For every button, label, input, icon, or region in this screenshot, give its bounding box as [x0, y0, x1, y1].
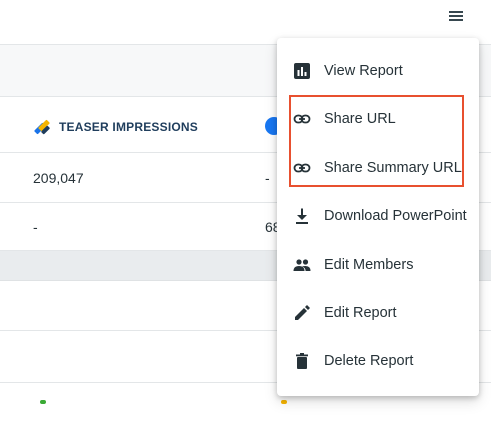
column-header-teaser-impressions[interactable]: TEASER IMPRESSIONS — [33, 117, 198, 137]
menu-item-view-report[interactable]: View Report — [277, 47, 479, 95]
table-row — [0, 400, 491, 424]
column-header-label: TEASER IMPRESSIONS — [59, 120, 198, 134]
bar-chart-icon — [293, 62, 311, 80]
row-icon — [40, 400, 46, 404]
menu-item-label: Share URL — [324, 111, 396, 127]
menu-item-label: Share Summary URL — [324, 160, 462, 176]
download-icon — [293, 207, 311, 225]
teaser-brand-icon — [33, 117, 53, 137]
menu-item-label: View Report — [324, 63, 403, 79]
row-icon — [281, 400, 287, 404]
report-actions-menu: View Report Share URL Share Summary URL — [277, 38, 479, 396]
hamburger-icon[interactable] — [449, 11, 463, 23]
menu-item-edit-members[interactable]: Edit Members — [277, 241, 479, 289]
menu-item-label: Edit Report — [324, 305, 397, 321]
menu-item-delete-report[interactable]: Delete Report — [277, 337, 479, 385]
menu-item-share-summary-url[interactable]: Share Summary URL — [277, 144, 479, 192]
link-icon — [293, 159, 311, 177]
table-cell: 209,047 — [33, 170, 84, 186]
table-cell: - — [33, 219, 38, 235]
table-cell: - — [265, 170, 270, 186]
menu-item-download-powerpoint[interactable]: Download PowerPoint — [277, 192, 479, 240]
menu-item-label: Download PowerPoint — [324, 208, 467, 224]
people-icon — [293, 256, 311, 274]
menu-item-share-url[interactable]: Share URL — [277, 95, 479, 143]
trash-icon — [293, 352, 311, 370]
menu-item-label: Delete Report — [324, 353, 414, 369]
menu-item-edit-report[interactable]: Edit Report — [277, 289, 479, 337]
menu-item-label: Edit Members — [324, 257, 414, 273]
link-icon — [293, 110, 311, 128]
pencil-icon — [293, 304, 311, 322]
